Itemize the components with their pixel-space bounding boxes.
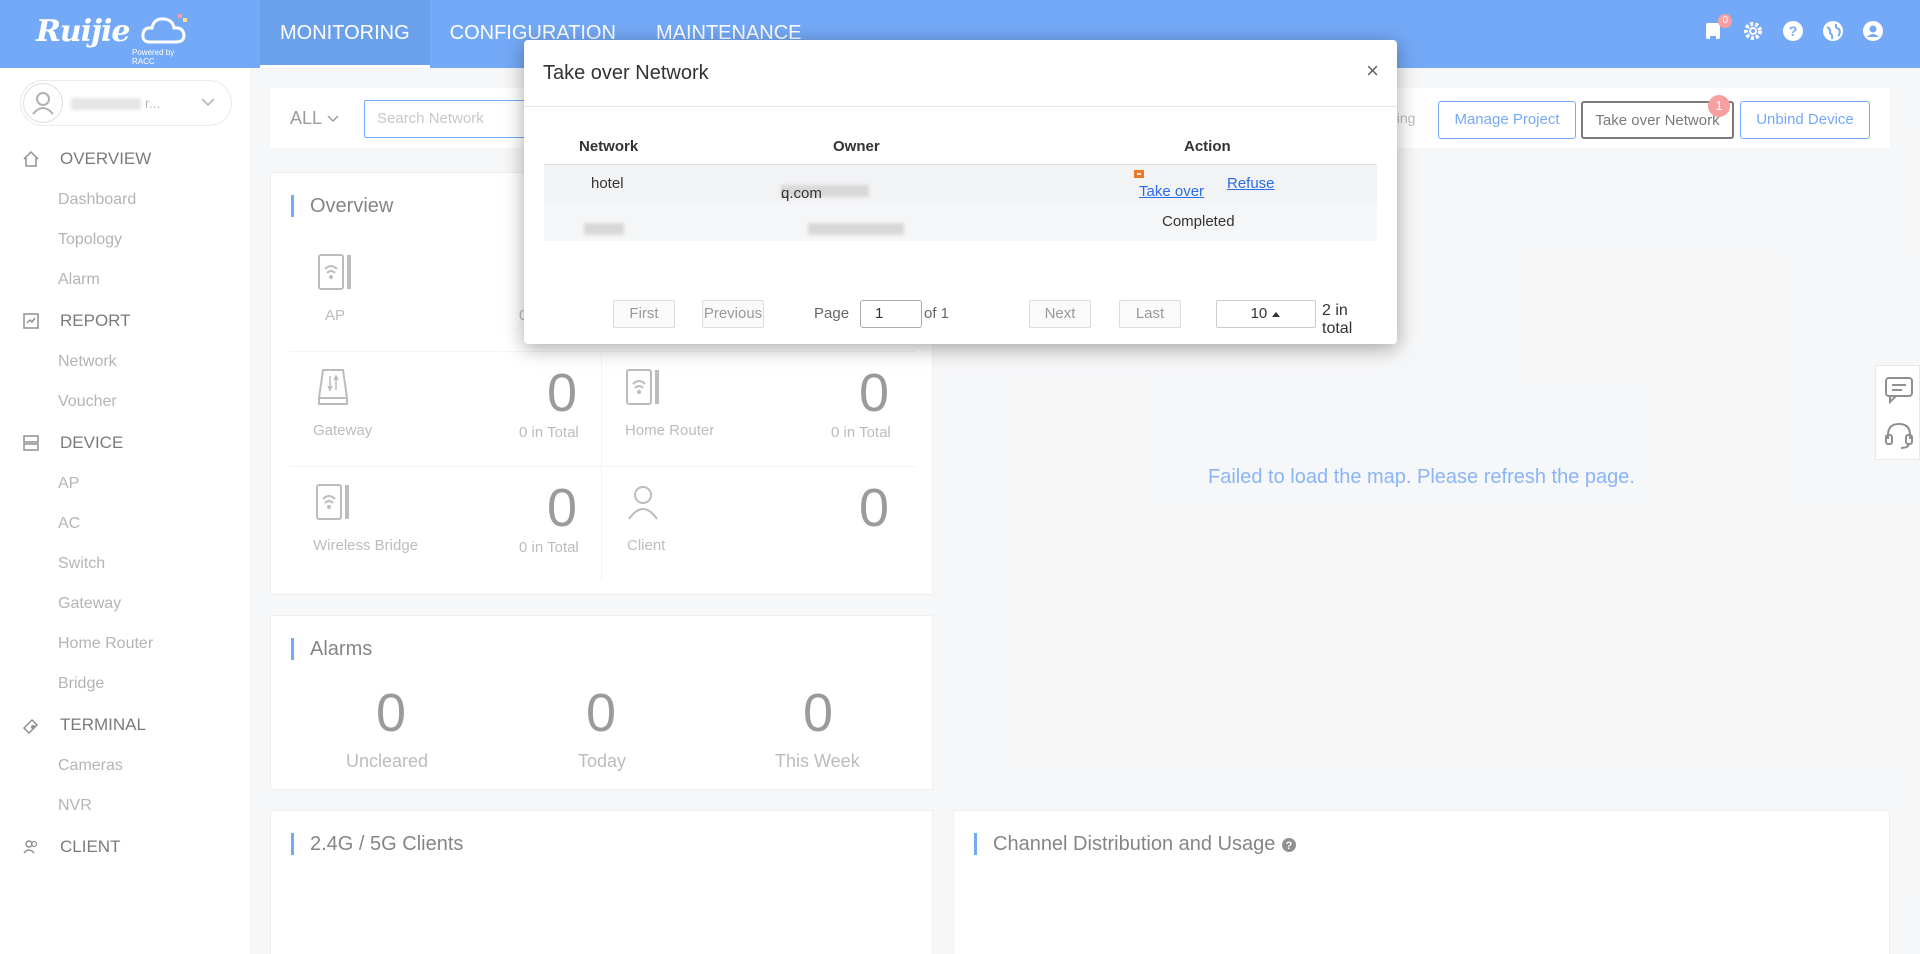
page-of-label: of 1 xyxy=(924,305,950,322)
previous-page-button[interactable]: Previous xyxy=(702,300,764,328)
page-label: Page xyxy=(814,305,850,322)
pagination: First Previous Page 1 of 1 Next Last 10 … xyxy=(544,292,1377,337)
total-count: 2 in total xyxy=(1322,302,1353,337)
blurred-network xyxy=(584,223,624,235)
column-action: Action xyxy=(1184,138,1231,155)
close-icon[interactable]: × xyxy=(1366,58,1379,84)
column-owner: Owner xyxy=(833,138,880,155)
take-over-network-modal: Take over Network × Network Owner Action… xyxy=(524,40,1397,344)
next-page-button[interactable]: Next xyxy=(1029,300,1091,328)
take-over-link-highlight: Take over xyxy=(1134,170,1204,200)
table-row: hotel 2q.com Take over Refuse xyxy=(544,165,1377,203)
row-network: hotel xyxy=(591,175,624,192)
first-page-button[interactable]: First xyxy=(613,300,675,328)
modal-title: Take over Network xyxy=(543,62,709,84)
take-over-link[interactable]: Take over xyxy=(1139,183,1204,200)
column-network: Network xyxy=(579,138,639,155)
take-over-table: Network Owner Action hotel 2q.com Take o… xyxy=(544,130,1377,337)
caret-up-icon xyxy=(1272,312,1281,317)
table-row: Completed xyxy=(544,203,1377,241)
owner-suffix: q.com xyxy=(781,185,822,202)
table-header: Network Owner Action xyxy=(544,130,1377,165)
blurred-owner xyxy=(808,223,904,235)
page-size-select[interactable]: 10 xyxy=(1216,300,1316,328)
page-size-value: 10 xyxy=(1250,305,1268,322)
refuse-link[interactable]: Refuse xyxy=(1227,175,1275,192)
modal-header: Take over Network × xyxy=(524,40,1397,107)
page-number-input[interactable]: 1 xyxy=(860,300,922,328)
row-status: Completed xyxy=(1162,213,1235,230)
last-page-button[interactable]: Last xyxy=(1119,300,1181,328)
